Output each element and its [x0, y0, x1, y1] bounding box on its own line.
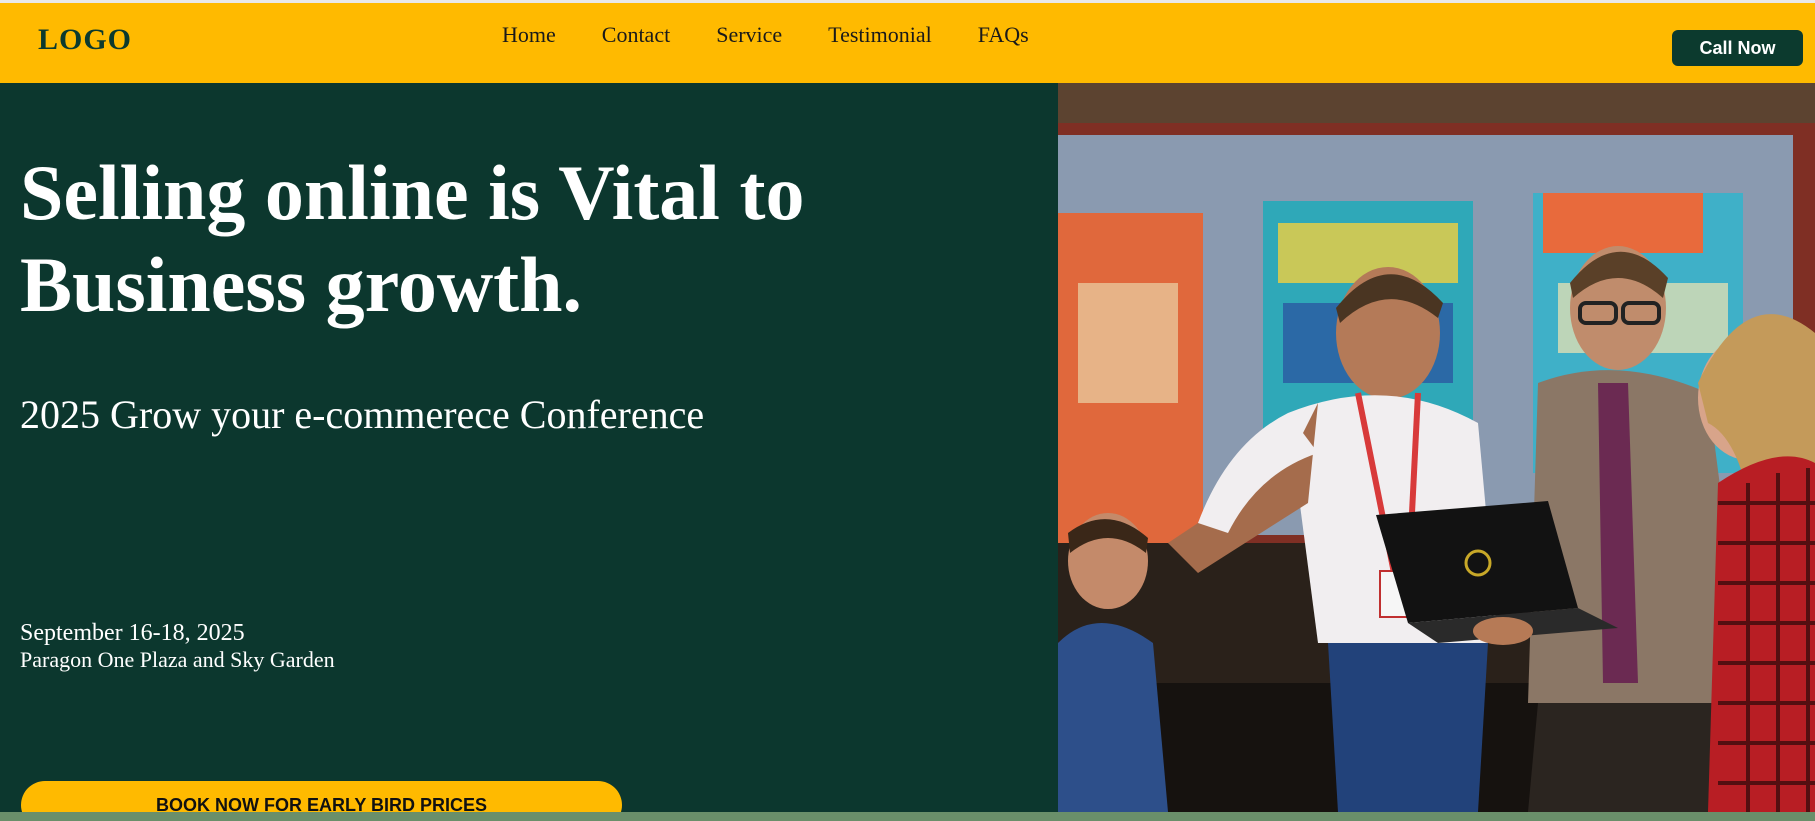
- hero-subtitle: 2025 Grow your e-commerece Conference: [20, 392, 705, 437]
- event-venue: Paragon One Plaza and Sky Garden: [20, 647, 335, 672]
- hero-section: Selling online is Vital to Business grow…: [0, 83, 1058, 821]
- nav-faqs[interactable]: FAQs: [978, 20, 1029, 50]
- call-now-button[interactable]: Call Now: [1672, 30, 1803, 66]
- event-date: September 16-18, 2025: [20, 620, 245, 646]
- conference-photo-illustration: [1058, 83, 1815, 812]
- conference-photo: [1058, 83, 1815, 812]
- nav-contact[interactable]: Contact: [602, 20, 670, 50]
- logo[interactable]: LOGO: [38, 23, 132, 57]
- nav-testimonial[interactable]: Testimonial: [828, 20, 932, 50]
- nav-service[interactable]: Service: [716, 20, 782, 50]
- site-header: LOGO Home Contact Service Testimonial FA…: [0, 3, 1815, 83]
- landing-page: LOGO Home Contact Service Testimonial FA…: [0, 0, 1815, 821]
- main-nav: Home Contact Service Testimonial FAQs: [502, 20, 1075, 50]
- hero-title: Selling online is Vital to Business grow…: [20, 149, 805, 328]
- nav-home[interactable]: Home: [502, 20, 556, 50]
- bottom-strip: [0, 812, 1815, 821]
